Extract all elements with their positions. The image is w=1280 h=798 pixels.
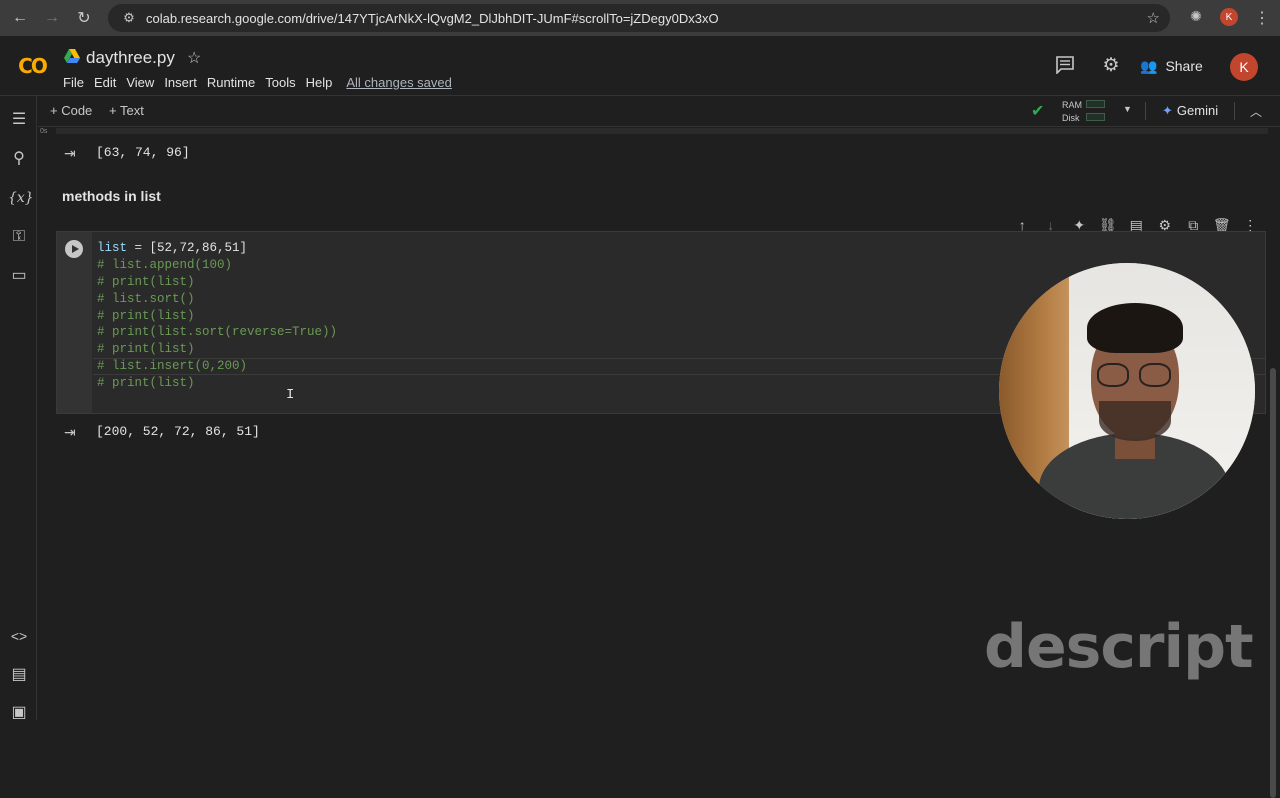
gemini-sparkle-icon: ✦ [1162,103,1173,118]
cell-gutter [57,232,92,413]
site-info-icon[interactable]: ⚙ [116,10,142,26]
divider [1145,102,1146,120]
reload-icon[interactable]: ↻ [70,4,98,32]
output-text: [63, 74, 96] [96,145,190,160]
code-line[interactable]: # print(list.sort(reverse=True)) [97,324,337,341]
gemini-button[interactable]: ✦ Gemini [1162,103,1218,119]
previous-cell-edge [56,128,1268,134]
disk-label: Disk [1062,113,1080,123]
colab-logo[interactable]: CO [12,52,52,80]
glasses-icon [1097,363,1129,387]
resource-labels[interactable]: RAM Disk [1062,99,1082,125]
star-icon[interactable]: ☆ [187,48,201,68]
connected-check-icon: ✔ [1031,103,1045,120]
menu-bar: File Edit View Insert Runtime Tools Help… [63,75,452,90]
menu-view[interactable]: View [126,75,154,90]
exec-time: 0s [40,128,48,135]
share-label: Share [1165,58,1203,74]
people-icon: 👥 [1140,57,1158,74]
cell-output: ⇥ [63, 74, 96] [56,139,1268,167]
code-line[interactable]: # list.insert(0,200) [97,358,337,375]
browser-toolbar: ← → ↻ ⚙ colab.research.google.com/drive/… [0,0,1280,36]
code-line[interactable]: # list.append(100) [97,257,337,274]
left-sidebar: ☰ ⚲ {x} ⚿ ▭ <> ▤ ▣ [0,96,37,721]
url-text[interactable]: colab.research.google.com/drive/147YTjcA… [146,11,719,26]
output-toggle-icon[interactable]: ⇥ [64,424,76,441]
disk-bar [1086,113,1105,121]
browser-menu-icon[interactable]: ⋮ [1254,8,1270,28]
menu-edit[interactable]: Edit [94,75,116,90]
bookmark-star-icon[interactable]: ☆ [1147,9,1160,27]
colab-header: CO daythree.py ☆ File Edit View Insert R… [0,36,1280,96]
gemini-label: Gemini [1176,103,1219,118]
code-editor[interactable]: list = [52,72,86,51] # list.append(100) # … [97,240,337,392]
arrow-back-icon[interactable]: ← [6,4,34,32]
share-button[interactable]: 👥 Share [1140,54,1203,78]
output-text: [200, 52, 72, 86, 51] [96,424,260,439]
command-palette-icon[interactable]: ▤ [8,664,30,686]
menu-file[interactable]: File [63,75,84,90]
menu-runtime[interactable]: Runtime [207,75,255,90]
extension-icon[interactable]: ✺ [1186,8,1206,28]
browser-profile-avatar[interactable]: K [1220,8,1238,26]
code-snippets-icon[interactable]: <> [8,625,30,647]
text-cursor-ibeam: I [286,387,295,403]
scrollbar[interactable] [1268,128,1280,798]
files-folder-icon[interactable]: ▭ [8,265,30,287]
address-bar[interactable]: ⚙ colab.research.google.com/drive/147YTj… [108,4,1170,32]
secrets-key-icon[interactable]: ⚿ [8,226,30,248]
glasses-icon [1139,363,1171,387]
notebook-toolbar: + Code + Text ✔ RAM Disk ▼ ✦ Gemini ︿ [38,96,1280,127]
settings-gear-icon[interactable]: ⚙ [1101,56,1121,76]
save-status[interactable]: All changes saved [346,75,452,90]
menu-help[interactable]: Help [306,75,333,90]
code-line[interactable]: # print(list) [97,375,337,392]
menu-insert[interactable]: Insert [164,75,197,90]
table-of-contents-icon[interactable]: ☰ [8,109,30,131]
code-line[interactable]: list = [52,72,86,51] [97,240,337,257]
comment-icon[interactable] [1055,56,1075,74]
resource-meter[interactable] [1086,100,1105,126]
ram-label: RAM [1062,100,1082,110]
search-icon[interactable]: ⚲ [8,148,30,170]
chevron-down-icon[interactable]: ▼ [1123,104,1132,114]
markdown-heading[interactable]: methods in list [62,188,161,204]
webcam-overlay [999,263,1255,519]
run-cell-button[interactable] [65,240,83,258]
scroll-thumb[interactable] [1270,368,1276,798]
terminal-icon[interactable]: ▣ [8,702,30,724]
drive-icon [64,49,80,63]
output-toggle-icon[interactable]: ⇥ [64,145,76,162]
notebook-title[interactable]: daythree.py [86,48,175,68]
menu-tools[interactable]: Tools [265,75,295,90]
chevron-up-icon[interactable]: ︿ [1250,103,1262,120]
ram-bar [1086,100,1105,108]
code-line[interactable]: # print(list) [97,341,337,358]
code-line[interactable]: # list.sort() [97,291,337,308]
user-avatar[interactable]: K [1230,53,1258,81]
descript-watermark: descript [984,612,1254,682]
code-line[interactable]: # print(list) [97,308,337,325]
add-text-button[interactable]: + Text [109,103,144,118]
divider [1234,102,1235,120]
person-hair [1087,303,1183,353]
code-line[interactable]: # print(list) [97,274,337,291]
person-beard [1099,401,1171,441]
variables-icon[interactable]: {x} [8,187,34,209]
add-code-button[interactable]: + Code [50,103,92,118]
arrow-forward-icon[interactable]: → [38,4,66,32]
